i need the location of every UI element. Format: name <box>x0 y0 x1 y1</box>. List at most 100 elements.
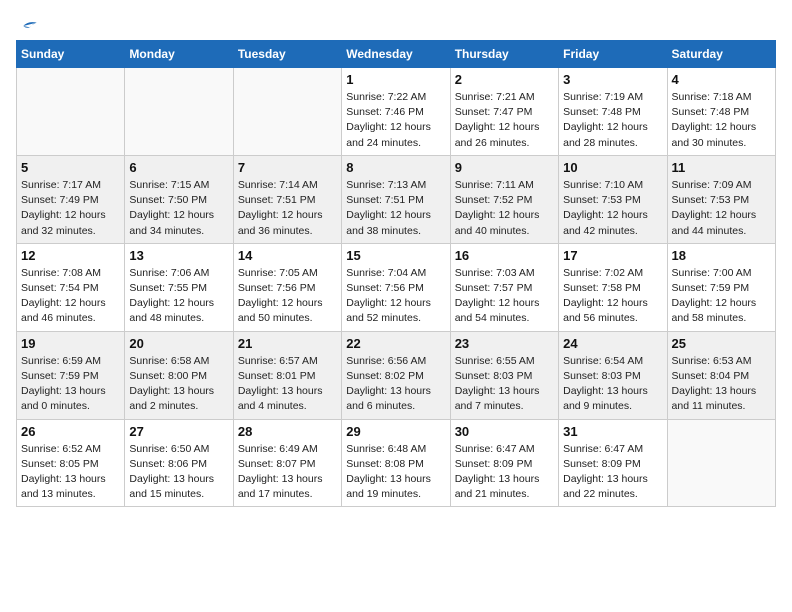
day-info: Sunrise: 7:21 AM Sunset: 7:47 PM Dayligh… <box>455 90 554 151</box>
day-number: 16 <box>455 248 554 263</box>
calendar-cell: 31Sunrise: 6:47 AM Sunset: 8:09 PM Dayli… <box>559 419 667 507</box>
calendar-cell <box>667 419 775 507</box>
calendar-week-row: 19 Sunrise: 6:59 AM Sunset: 7:59 PM Dayli… <box>17 331 776 419</box>
calendar-cell: 29 Sunrise: 6:48 AM Sunset: 8:08 PM Dayli… <box>342 419 450 507</box>
calendar-cell: 14Sunrise: 7:05 AM Sunset: 7:56 PM Dayli… <box>233 243 341 331</box>
day-info: Sunrise: 7:03 AM Sunset: 7:57 PM Dayligh… <box>455 266 554 327</box>
day-info: Sunrise: 6:47 AM Sunset: 8:09 PM Dayligh… <box>455 442 554 503</box>
day-info: Sunrise: 7:05 AM Sunset: 7:56 PM Dayligh… <box>238 266 337 327</box>
calendar-week-row: 12 Sunrise: 7:08 AM Sunset: 7:54 PM Dayli… <box>17 243 776 331</box>
day-number: 22 <box>346 336 445 351</box>
calendar-cell: 13 Sunrise: 7:06 AM Sunset: 7:55 PM Dayli… <box>125 243 233 331</box>
day-info: Sunrise: 6:49 AM Sunset: 8:07 PM Dayligh… <box>238 442 337 503</box>
calendar-table: SundayMondayTuesdayWednesdayThursdayFrid… <box>16 40 776 507</box>
day-info: Sunrise: 7:02 AM Sunset: 7:58 PM Dayligh… <box>563 266 662 327</box>
page-header <box>16 16 776 32</box>
day-number: 2 <box>455 72 554 87</box>
weekday-header-tuesday: Tuesday <box>233 41 341 68</box>
day-number: 6 <box>129 160 228 175</box>
day-number: 24 <box>563 336 662 351</box>
day-number: 25 <box>672 336 771 351</box>
calendar-cell: 15 Sunrise: 7:04 AM Sunset: 7:56 PM Dayli… <box>342 243 450 331</box>
day-info: Sunrise: 6:59 AM Sunset: 7:59 PM Dayligh… <box>21 354 120 415</box>
calendar-cell: 16 Sunrise: 7:03 AM Sunset: 7:57 PM Dayli… <box>450 243 558 331</box>
day-info: Sunrise: 7:13 AM Sunset: 7:51 PM Dayligh… <box>346 178 445 239</box>
calendar-cell: 24 Sunrise: 6:54 AM Sunset: 8:03 PM Dayli… <box>559 331 667 419</box>
day-number: 23 <box>455 336 554 351</box>
day-number: 12 <box>21 248 120 263</box>
day-number: 29 <box>346 424 445 439</box>
calendar-cell: 7Sunrise: 7:14 AM Sunset: 7:51 PM Daylig… <box>233 155 341 243</box>
calendar-cell <box>233 68 341 156</box>
weekday-header-monday: Monday <box>125 41 233 68</box>
calendar-cell: 23 Sunrise: 6:55 AM Sunset: 8:03 PM Dayli… <box>450 331 558 419</box>
day-number: 11 <box>672 160 771 175</box>
calendar-cell <box>17 68 125 156</box>
calendar-cell: 22 Sunrise: 6:56 AM Sunset: 8:02 PM Dayli… <box>342 331 450 419</box>
day-number: 10 <box>563 160 662 175</box>
day-number: 18 <box>672 248 771 263</box>
logo <box>16 16 38 32</box>
calendar-cell: 2 Sunrise: 7:21 AM Sunset: 7:47 PM Daylig… <box>450 68 558 156</box>
day-number: 21 <box>238 336 337 351</box>
calendar-cell: 6 Sunrise: 7:15 AM Sunset: 7:50 PM Daylig… <box>125 155 233 243</box>
calendar-cell: 3 Sunrise: 7:19 AM Sunset: 7:48 PM Daylig… <box>559 68 667 156</box>
logo-bird-icon <box>18 16 38 36</box>
day-info: Sunrise: 6:55 AM Sunset: 8:03 PM Dayligh… <box>455 354 554 415</box>
day-number: 17 <box>563 248 662 263</box>
day-info: Sunrise: 7:15 AM Sunset: 7:50 PM Dayligh… <box>129 178 228 239</box>
calendar-cell: 10 Sunrise: 7:10 AM Sunset: 7:53 PM Dayli… <box>559 155 667 243</box>
day-info: Sunrise: 7:04 AM Sunset: 7:56 PM Dayligh… <box>346 266 445 327</box>
calendar-cell: 9 Sunrise: 7:11 AM Sunset: 7:52 PM Daylig… <box>450 155 558 243</box>
day-number: 26 <box>21 424 120 439</box>
day-number: 8 <box>346 160 445 175</box>
day-number: 1 <box>346 72 445 87</box>
day-info: Sunrise: 6:50 AM Sunset: 8:06 PM Dayligh… <box>129 442 228 503</box>
day-info: Sunrise: 7:11 AM Sunset: 7:52 PM Dayligh… <box>455 178 554 239</box>
calendar-cell: 19 Sunrise: 6:59 AM Sunset: 7:59 PM Dayli… <box>17 331 125 419</box>
day-info: Sunrise: 7:19 AM Sunset: 7:48 PM Dayligh… <box>563 90 662 151</box>
day-number: 28 <box>238 424 337 439</box>
day-info: Sunrise: 6:48 AM Sunset: 8:08 PM Dayligh… <box>346 442 445 503</box>
day-number: 15 <box>346 248 445 263</box>
calendar-cell: 27Sunrise: 6:50 AM Sunset: 8:06 PM Dayli… <box>125 419 233 507</box>
day-info: Sunrise: 7:06 AM Sunset: 7:55 PM Dayligh… <box>129 266 228 327</box>
day-info: Sunrise: 7:10 AM Sunset: 7:53 PM Dayligh… <box>563 178 662 239</box>
day-number: 9 <box>455 160 554 175</box>
day-info: Sunrise: 6:56 AM Sunset: 8:02 PM Dayligh… <box>346 354 445 415</box>
calendar-cell: 12 Sunrise: 7:08 AM Sunset: 7:54 PM Dayli… <box>17 243 125 331</box>
weekday-header-sunday: Sunday <box>17 41 125 68</box>
day-info: Sunrise: 6:58 AM Sunset: 8:00 PM Dayligh… <box>129 354 228 415</box>
day-number: 19 <box>21 336 120 351</box>
weekday-header-saturday: Saturday <box>667 41 775 68</box>
day-number: 4 <box>672 72 771 87</box>
calendar-cell <box>125 68 233 156</box>
day-number: 3 <box>563 72 662 87</box>
day-number: 7 <box>238 160 337 175</box>
weekday-header-friday: Friday <box>559 41 667 68</box>
calendar-week-row: 5Sunrise: 7:17 AM Sunset: 7:49 PM Daylig… <box>17 155 776 243</box>
day-number: 30 <box>455 424 554 439</box>
day-info: Sunrise: 7:18 AM Sunset: 7:48 PM Dayligh… <box>672 90 771 151</box>
calendar-cell: 28 Sunrise: 6:49 AM Sunset: 8:07 PM Dayli… <box>233 419 341 507</box>
day-number: 5 <box>21 160 120 175</box>
calendar-cell: 5Sunrise: 7:17 AM Sunset: 7:49 PM Daylig… <box>17 155 125 243</box>
calendar-cell: 26Sunrise: 6:52 AM Sunset: 8:05 PM Dayli… <box>17 419 125 507</box>
day-info: Sunrise: 7:00 AM Sunset: 7:59 PM Dayligh… <box>672 266 771 327</box>
calendar-cell: 8 Sunrise: 7:13 AM Sunset: 7:51 PM Daylig… <box>342 155 450 243</box>
day-info: Sunrise: 6:53 AM Sunset: 8:04 PM Dayligh… <box>672 354 771 415</box>
calendar-cell: 25 Sunrise: 6:53 AM Sunset: 8:04 PM Dayli… <box>667 331 775 419</box>
day-info: Sunrise: 7:22 AM Sunset: 7:46 PM Dayligh… <box>346 90 445 151</box>
day-number: 13 <box>129 248 228 263</box>
calendar-cell: 17 Sunrise: 7:02 AM Sunset: 7:58 PM Dayli… <box>559 243 667 331</box>
weekday-header-wednesday: Wednesday <box>342 41 450 68</box>
calendar-header-row: SundayMondayTuesdayWednesdayThursdayFrid… <box>17 41 776 68</box>
day-info: Sunrise: 6:54 AM Sunset: 8:03 PM Dayligh… <box>563 354 662 415</box>
day-info: Sunrise: 6:47 AM Sunset: 8:09 PM Dayligh… <box>563 442 662 503</box>
calendar-cell: 1 Sunrise: 7:22 AM Sunset: 7:46 PM Daylig… <box>342 68 450 156</box>
weekday-header-thursday: Thursday <box>450 41 558 68</box>
day-info: Sunrise: 7:08 AM Sunset: 7:54 PM Dayligh… <box>21 266 120 327</box>
calendar-cell: 21 Sunrise: 6:57 AM Sunset: 8:01 PM Dayli… <box>233 331 341 419</box>
calendar-cell: 11Sunrise: 7:09 AM Sunset: 7:53 PM Dayli… <box>667 155 775 243</box>
day-info: Sunrise: 6:57 AM Sunset: 8:01 PM Dayligh… <box>238 354 337 415</box>
